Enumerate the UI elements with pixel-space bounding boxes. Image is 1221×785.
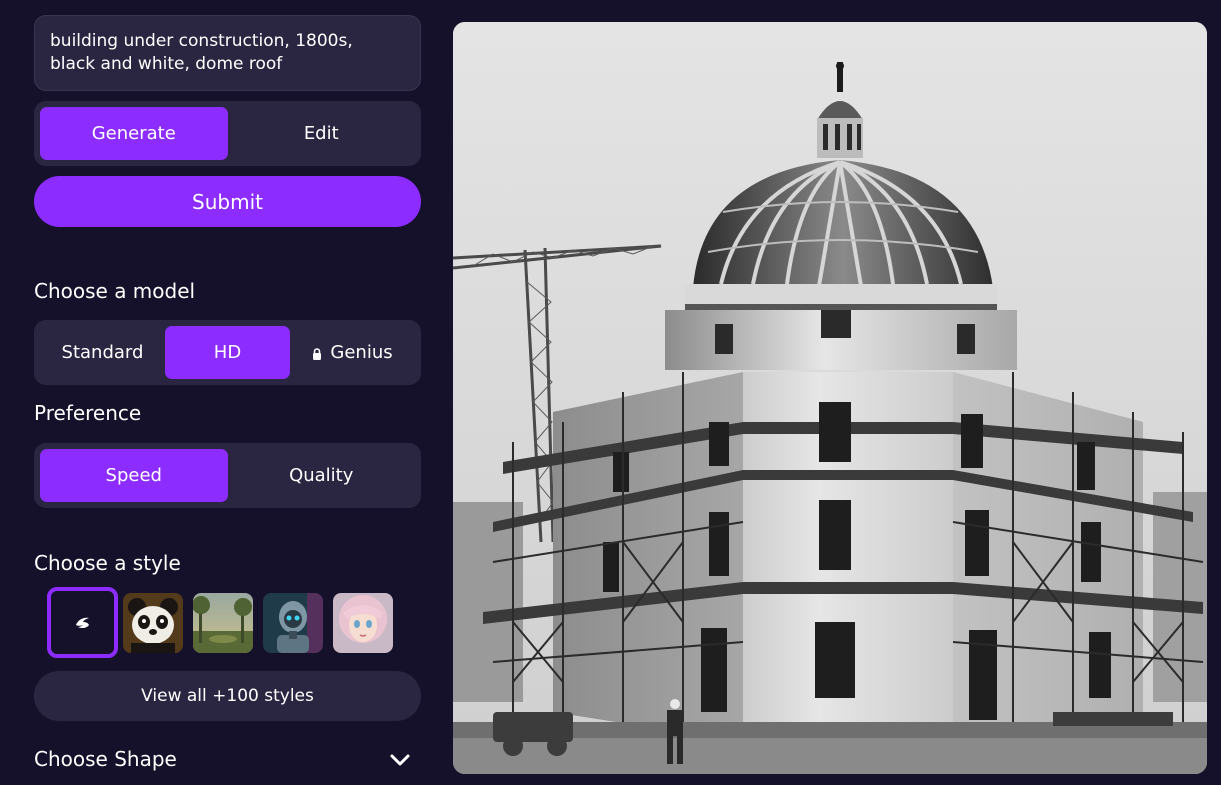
model-hd[interactable]: HD <box>165 326 290 379</box>
style-landscape[interactable] <box>193 593 253 653</box>
generate-tab[interactable]: Generate <box>40 107 228 160</box>
model-standard[interactable]: Standard <box>40 326 165 379</box>
model-section-title: Choose a model <box>34 279 196 303</box>
preference-quality[interactable]: Quality <box>228 449 416 502</box>
style-section-title: Choose a style <box>34 551 181 575</box>
style-anime[interactable] <box>333 593 393 653</box>
model-selector: Standard HD Genius <box>34 320 421 385</box>
preference-section-title: Preference <box>34 401 142 425</box>
style-none[interactable] <box>47 587 118 658</box>
chevron-down-icon[interactable] <box>389 751 411 769</box>
preference-selector: Speed Quality <box>34 443 421 508</box>
model-genius[interactable]: Genius <box>290 326 415 379</box>
lock-icon <box>313 347 322 360</box>
app: building under construction, 1800s, blac… <box>0 0 1221 785</box>
prompt-input[interactable]: building under construction, 1800s, blac… <box>34 15 421 91</box>
no-style-icon <box>75 617 89 628</box>
style-cyborg[interactable] <box>263 593 323 653</box>
model-genius-label: Genius <box>330 342 393 363</box>
submit-button[interactable]: Submit <box>34 176 421 227</box>
mode-toggle: Generate Edit <box>34 101 421 166</box>
view-all-styles-button[interactable]: View all +100 styles <box>34 671 421 721</box>
style-panda[interactable] <box>123 593 183 653</box>
style-thumbnails <box>47 587 407 658</box>
generated-image <box>453 22 1207 774</box>
edit-tab[interactable]: Edit <box>228 107 416 160</box>
preference-speed[interactable]: Speed <box>40 449 228 502</box>
shape-section-title[interactable]: Choose Shape <box>34 747 177 771</box>
